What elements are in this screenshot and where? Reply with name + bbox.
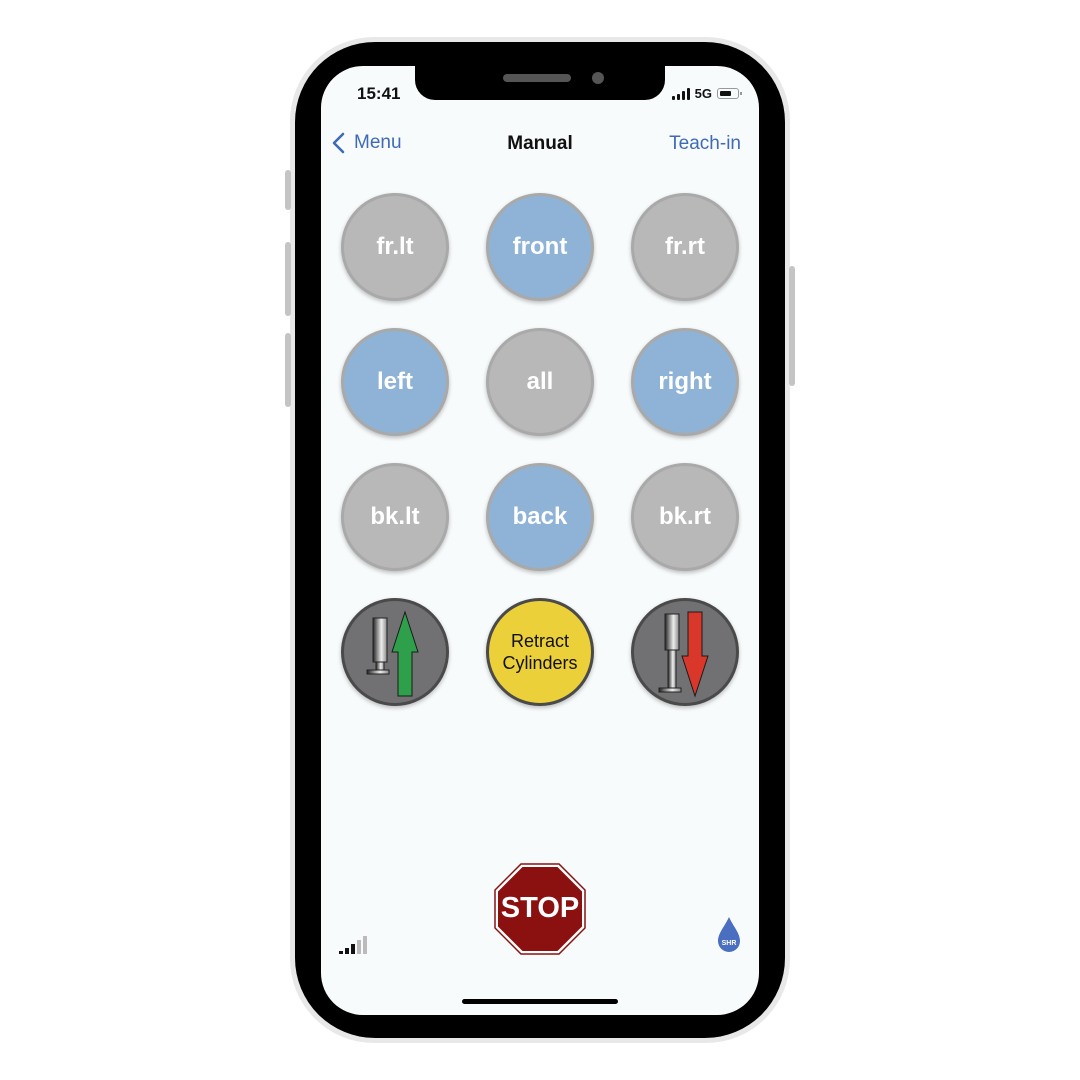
- teach-in-button[interactable]: Teach-in: [669, 133, 741, 155]
- select-right-button[interactable]: right: [631, 328, 739, 436]
- button-label: bk.rt: [658, 503, 711, 530]
- home-indicator: [462, 999, 618, 1004]
- volume-down-button: [285, 333, 291, 407]
- retract-cylinders-button[interactable]: Retract Cylinders: [486, 598, 594, 706]
- retract-label-line1: Retract: [510, 631, 570, 651]
- network-type: 5G: [694, 86, 712, 101]
- button-label: back: [512, 503, 568, 530]
- status-time: 15:41: [357, 84, 401, 103]
- button-label: fr.lt: [376, 233, 414, 260]
- lower-cylinders-button[interactable]: [631, 598, 739, 706]
- button-label: left: [377, 368, 413, 395]
- cylinder-up-icon: [366, 610, 419, 697]
- button-label: front: [512, 233, 568, 260]
- select-fr-lt-button[interactable]: fr.lt: [341, 193, 449, 301]
- select-fr-rt-button[interactable]: fr.rt: [631, 193, 739, 301]
- select-bk-rt-button[interactable]: bk.rt: [631, 463, 739, 571]
- select-all-button[interactable]: all: [486, 328, 594, 436]
- power-button: [789, 266, 795, 386]
- speaker: [503, 74, 571, 82]
- camera: [592, 72, 604, 84]
- button-label: all: [526, 368, 554, 395]
- stop-button[interactable]: STOP: [494, 863, 586, 955]
- cylinder-down-icon: [658, 611, 709, 698]
- mute-switch: [285, 170, 291, 210]
- button-label: fr.rt: [664, 233, 705, 260]
- svg-text:SHR: SHR: [722, 940, 737, 947]
- stop-label: STOP: [500, 892, 580, 924]
- button-label: bk.lt: [370, 503, 420, 530]
- volume-up-button: [285, 242, 291, 316]
- status-indicators: 5G: [671, 86, 742, 101]
- extend-cylinders-button[interactable]: [341, 598, 449, 706]
- notch: [415, 66, 665, 100]
- select-front-button[interactable]: front: [486, 193, 594, 301]
- battery-icon: [717, 88, 742, 99]
- select-back-button[interactable]: back: [486, 463, 594, 571]
- screen: 15:41 5G Menu Manual Teach-in fr.lt front…: [321, 66, 759, 1015]
- connection-signal-icon: [339, 936, 367, 954]
- retract-label-line2: Cylinders: [502, 653, 578, 673]
- shr-logo-icon: SHR: [718, 917, 740, 952]
- cell-signal-icon: [671, 87, 690, 100]
- button-label: right: [658, 368, 712, 395]
- select-left-button[interactable]: left: [341, 328, 449, 436]
- select-bk-lt-button[interactable]: bk.lt: [341, 463, 449, 571]
